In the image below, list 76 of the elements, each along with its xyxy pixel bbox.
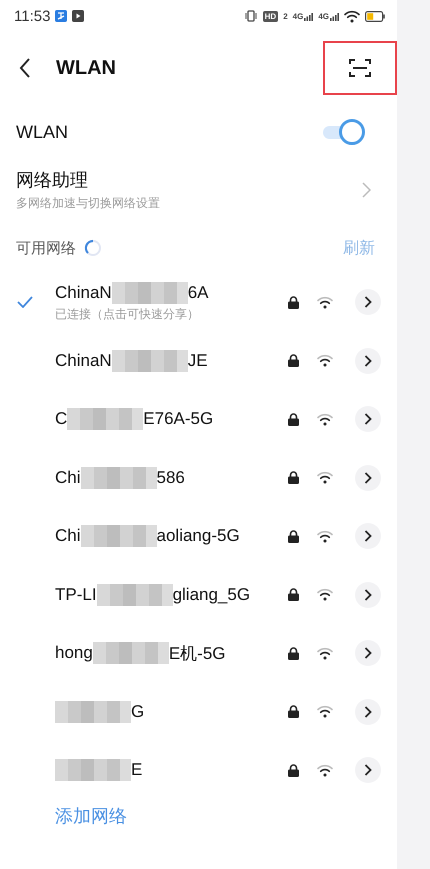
network-name: aoliang-5G [156, 526, 240, 546]
signal-icon [330, 12, 339, 20]
assistant-title: 网络助理 [16, 169, 89, 192]
connection-status: 已连接（点击可快速分享） [55, 306, 200, 323]
lock-icon [288, 354, 299, 368]
signal-icon [304, 12, 314, 20]
sim-slot: 2 [283, 12, 288, 20]
play-icon [72, 10, 84, 22]
wifi-signal-icon [317, 705, 333, 718]
network-name: 6A [188, 282, 208, 303]
chevron-right-icon [364, 647, 372, 660]
network-name: G [131, 702, 144, 722]
wifi-signal-icon [317, 412, 333, 426]
network-name: Chi [55, 468, 81, 488]
network-type: 4G [292, 12, 304, 20]
scan-icon [349, 58, 371, 78]
network-name: E机-5G [168, 642, 226, 665]
details-button[interactable] [355, 698, 381, 725]
battery-icon [365, 10, 385, 22]
wifi-signal-icon [317, 646, 333, 660]
wifi-signal-icon [317, 354, 333, 368]
wifi-signal-icon [317, 588, 333, 602]
page-title: WLAN [56, 56, 116, 80]
vibrate-icon [244, 10, 258, 22]
network-name: Chi [55, 526, 81, 546]
app-notification-icon [55, 10, 68, 22]
details-button[interactable] [355, 640, 381, 666]
details-button[interactable] [355, 582, 381, 608]
network-name: gliang_5G [172, 584, 250, 605]
details-button[interactable] [355, 348, 381, 374]
chevron-right-icon [364, 472, 372, 484]
lock-icon [288, 764, 299, 777]
chevron-right-icon [364, 530, 372, 542]
wifi-signal-icon [317, 296, 333, 309]
network-name: TP-LI [55, 584, 97, 605]
details-button[interactable] [355, 289, 381, 316]
details-button[interactable] [355, 523, 381, 550]
details-button[interactable] [355, 406, 381, 432]
wifi-signal-icon [317, 471, 333, 484]
network-type: 4G [318, 12, 329, 20]
status-time: 11:53 [14, 8, 50, 24]
network-name: C [55, 409, 68, 430]
lock-icon [288, 705, 299, 718]
network-name: E76A-5G [143, 409, 214, 430]
lock-icon [288, 646, 299, 660]
section-label: 可用网络 [16, 238, 76, 258]
hd-label: HD [262, 10, 278, 22]
chevron-right-icon [364, 588, 372, 601]
chevron-right-icon [364, 296, 372, 308]
add-network-link[interactable]: 添加网络 [55, 806, 127, 826]
wifi-signal-icon [317, 530, 333, 543]
wlan-toggle[interactable] [321, 119, 365, 145]
chevron-right-icon [364, 413, 372, 426]
assistant-subtitle: 多网络加速与切换网络设置 [16, 195, 160, 212]
network-name: ChinaN [55, 282, 112, 303]
chevron-right-icon [364, 354, 372, 367]
back-icon [18, 57, 32, 79]
chevron-right-icon [364, 706, 372, 718]
network-name: JE [188, 350, 208, 371]
network-name: ChinaN [55, 350, 112, 371]
lock-icon [288, 471, 299, 484]
scan-button[interactable] [349, 58, 371, 78]
back-button[interactable] [18, 57, 32, 79]
lock-icon [288, 588, 299, 602]
details-button[interactable] [355, 757, 381, 784]
lock-icon [288, 412, 299, 426]
wlan-label: WLAN [16, 122, 68, 142]
lock-icon [288, 296, 299, 309]
chevron-right-icon [364, 764, 372, 776]
wifi-signal-icon [317, 764, 333, 777]
network-name: 586 [156, 468, 185, 488]
details-button[interactable] [355, 464, 381, 491]
lock-icon [288, 530, 299, 543]
wifi-status-icon [344, 10, 360, 22]
network-name: hong [55, 643, 93, 664]
network-name: E [131, 760, 142, 780]
